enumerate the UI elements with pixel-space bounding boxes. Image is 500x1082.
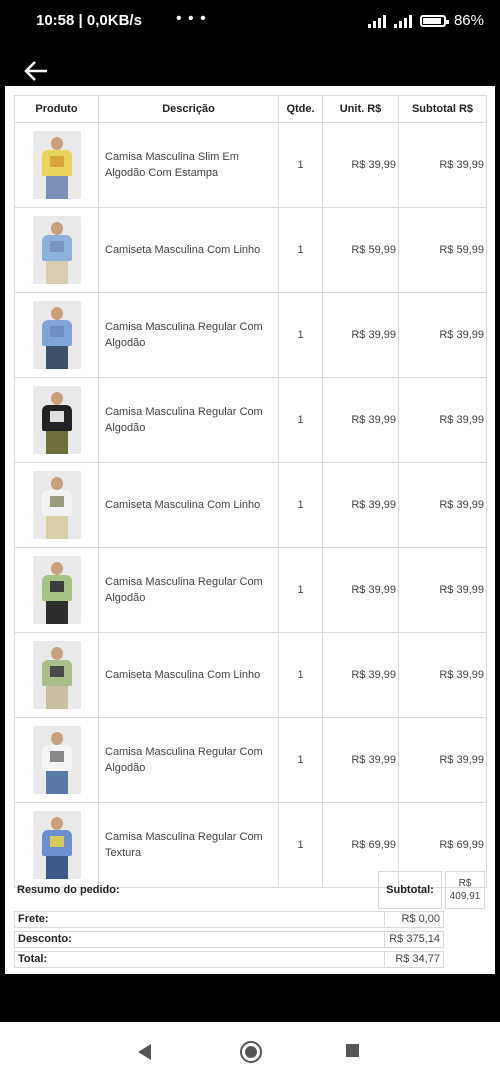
table-row: Camisa Masculina Slim Em Algodão Com Est… <box>14 122 487 208</box>
header-subtotal: Subtotal R$ <box>398 95 487 123</box>
product-unit-price: R$ 39,99 <box>322 632 399 718</box>
product-subtotal: R$ 39,99 <box>398 632 487 718</box>
frete-value: R$ 0,00 <box>384 912 443 927</box>
product-image[interactable] <box>32 216 81 284</box>
product-image[interactable] <box>32 641 81 709</box>
table-row: Camiseta Masculina Com Linho 1 R$ 39,99 … <box>14 462 487 548</box>
nav-recents-icon[interactable] <box>346 1044 359 1057</box>
product-cell <box>14 547 99 633</box>
notification-dots: • • • <box>176 10 207 27</box>
product-image[interactable] <box>32 556 81 624</box>
product-qty: 1 <box>278 207 323 293</box>
subtotal-value: R$ 409,91 <box>445 871 485 909</box>
product-qty: 1 <box>278 547 323 633</box>
product-image[interactable] <box>32 811 81 879</box>
product-qty: 1 <box>278 802 323 888</box>
android-nav-bar <box>0 1022 500 1082</box>
product-description: Camisa Masculina Slim Em Algodão Com Est… <box>98 122 279 208</box>
product-description: Camisa Masculina Regular Com Textura <box>98 802 279 888</box>
table-row: Camiseta Masculina Com Linho 1 R$ 39,99 … <box>14 632 487 718</box>
product-cell <box>14 122 99 208</box>
table-row: Camisa Masculina Regular Com Algodão 1 R… <box>14 717 487 803</box>
product-qty: 1 <box>278 122 323 208</box>
header-qtde: Qtde. <box>278 95 323 123</box>
table-row: Camisa Masculina Regular Com Algodão 1 R… <box>14 292 487 378</box>
product-cell <box>14 802 99 888</box>
battery-icon <box>419 14 449 27</box>
status-time: 10:58 | 0,0KB/s <box>36 12 142 29</box>
product-description: Camisa Masculina Regular Com Algodão <box>98 292 279 378</box>
order-items-table: Produto Descrição Qtde. Unit. R$ Subtota… <box>14 95 487 888</box>
product-unit-price: R$ 59,99 <box>322 207 399 293</box>
product-qty: 1 <box>278 377 323 463</box>
product-unit-price: R$ 39,99 <box>322 377 399 463</box>
nav-back-icon[interactable] <box>138 1044 151 1060</box>
table-row: Camisa Masculina Regular Com Algodão 1 R… <box>14 547 487 633</box>
order-panel: Produto Descrição Qtde. Unit. R$ Subtota… <box>5 86 495 974</box>
product-cell <box>14 632 99 718</box>
nav-home-icon[interactable] <box>240 1041 262 1063</box>
table-row: Camisa Masculina Regular Com Algodão 1 R… <box>14 377 487 463</box>
product-image[interactable] <box>32 131 81 199</box>
subtotal-currency: R$ <box>458 878 472 889</box>
product-image[interactable] <box>32 726 81 794</box>
product-unit-price: R$ 39,99 <box>322 717 399 803</box>
order-summary-title: Resumo do pedido: <box>17 884 120 896</box>
product-subtotal: R$ 39,99 <box>398 462 487 548</box>
product-description: Camiseta Masculina Com Linho <box>98 632 279 718</box>
total-value: R$ 34,77 <box>384 952 443 967</box>
product-image[interactable] <box>32 386 81 454</box>
product-description: Camisa Masculina Regular Com Algodão <box>98 717 279 803</box>
product-qty: 1 <box>278 292 323 378</box>
frete-row: Frete: R$ 0,00 <box>14 911 444 928</box>
product-subtotal: R$ 39,99 <box>398 717 487 803</box>
product-cell <box>14 717 99 803</box>
battery-percent: 86% <box>453 12 484 29</box>
product-qty: 1 <box>278 462 323 548</box>
header-unit: Unit. R$ <box>322 95 399 123</box>
product-unit-price: R$ 39,99 <box>322 547 399 633</box>
frete-label: Frete: <box>18 913 49 925</box>
product-cell <box>14 292 99 378</box>
product-description: Camisa Masculina Regular Com Algodão <box>98 377 279 463</box>
table-row: Camiseta Masculina Com Linho 1 R$ 59,99 … <box>14 207 487 293</box>
product-subtotal: R$ 39,99 <box>398 122 487 208</box>
product-cell <box>14 207 99 293</box>
header-produto: Produto <box>14 95 99 123</box>
product-description: Camiseta Masculina Com Linho <box>98 462 279 548</box>
table-header-row: Produto Descrição Qtde. Unit. R$ Subtota… <box>14 95 487 123</box>
desconto-value: R$ 375,14 <box>384 932 443 947</box>
product-image[interactable] <box>32 471 81 539</box>
status-icons: 86% <box>367 12 484 29</box>
product-unit-price: R$ 39,99 <box>322 462 399 548</box>
header-descricao: Descrição <box>98 95 279 123</box>
product-description: Camiseta Masculina Com Linho <box>98 207 279 293</box>
product-subtotal: R$ 39,99 <box>398 377 487 463</box>
product-unit-price: R$ 39,99 <box>322 292 399 378</box>
back-arrow-icon[interactable] <box>22 56 52 86</box>
product-subtotal: R$ 59,99 <box>398 207 487 293</box>
product-subtotal: R$ 39,99 <box>398 547 487 633</box>
total-row: Total: R$ 34,77 <box>14 951 444 968</box>
product-image[interactable] <box>32 301 81 369</box>
product-qty: 1 <box>278 717 323 803</box>
product-unit-price: R$ 39,99 <box>322 122 399 208</box>
product-qty: 1 <box>278 632 323 718</box>
product-description: Camisa Masculina Regular Com Algodão <box>98 547 279 633</box>
signal-4g-icon <box>393 14 412 28</box>
product-subtotal: R$ 39,99 <box>398 292 487 378</box>
subtotal-amount: 409,91 <box>449 891 481 902</box>
product-cell <box>14 462 99 548</box>
status-bar: 10:58 | 0,0KB/s • • • 86% <box>0 0 500 44</box>
signal-icon <box>367 14 386 28</box>
product-cell <box>14 377 99 463</box>
desconto-label: Desconto: <box>18 933 72 945</box>
total-label: Total: <box>18 953 48 965</box>
subtotal-label: Subtotal: <box>378 871 442 909</box>
desconto-row: Desconto: R$ 375,14 <box>14 931 444 948</box>
